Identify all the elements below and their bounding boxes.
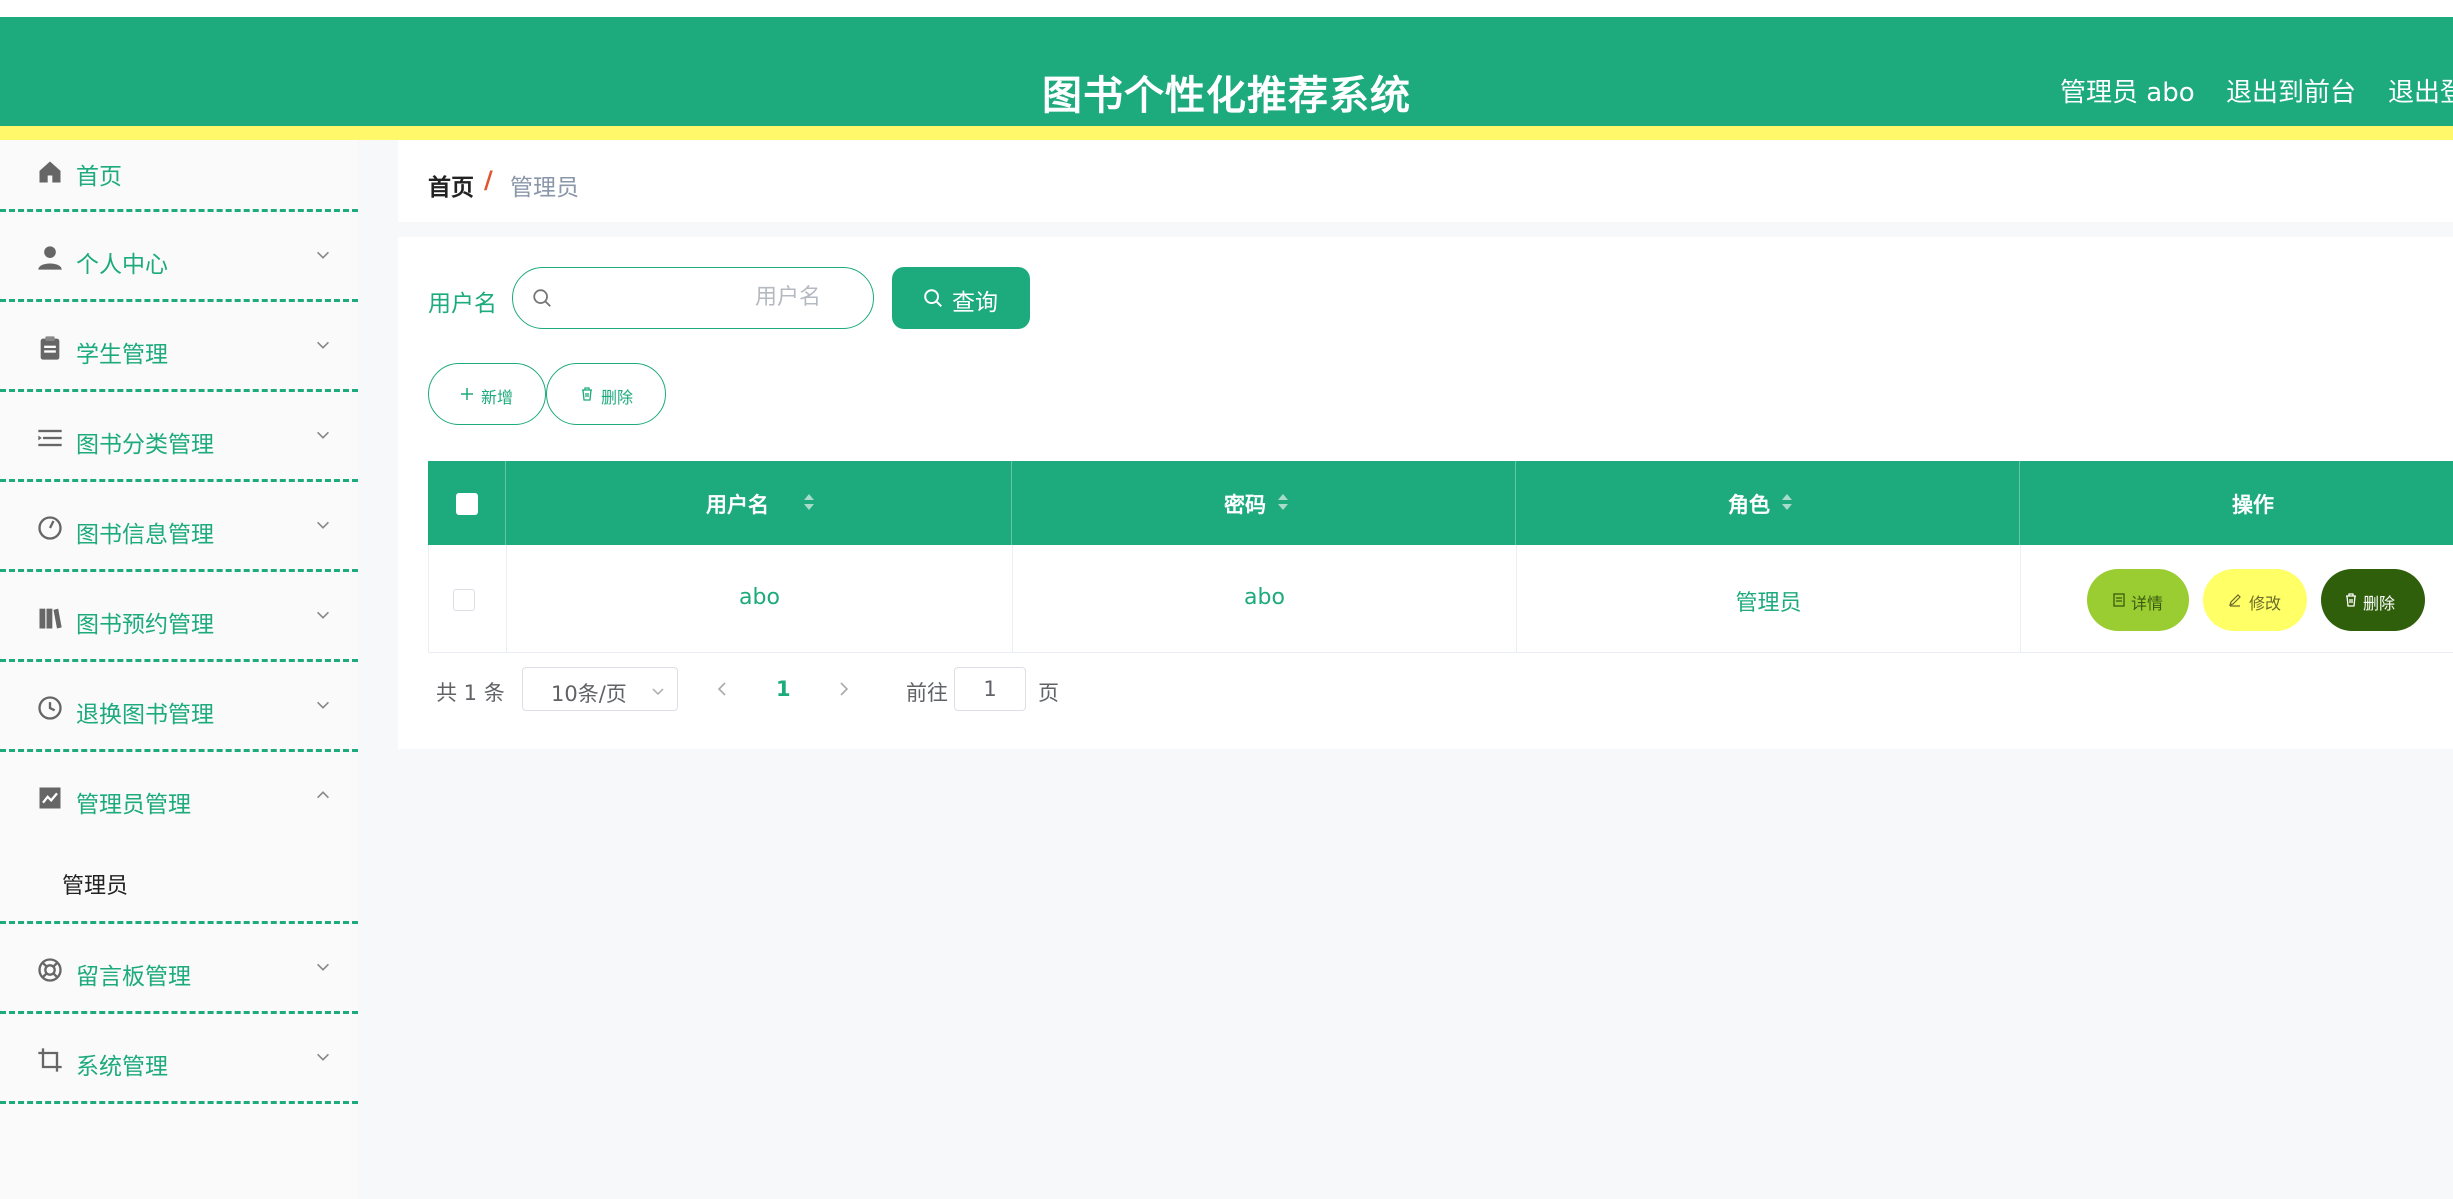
edit-button[interactable]: 修改 [2203, 569, 2307, 631]
browser-top-strip [0, 0, 2453, 17]
chart-icon [39, 787, 61, 809]
search-icon [924, 289, 942, 307]
sidebar-item-label: 图书分类管理 [76, 432, 214, 458]
cell-role: 管理员 [1517, 545, 2021, 652]
sidebar-item-label: 系统管理 [76, 1054, 168, 1080]
add-button[interactable]: 新增 [428, 363, 546, 425]
query-button-label: 查询 [952, 290, 998, 316]
document-icon [2113, 593, 2125, 607]
sidebar-item-message-board[interactable]: 留言板管理 [0, 924, 358, 1014]
app-header: 图书个性化推荐系统 管理员 abo 退出到前台 退出登 [0, 17, 2453, 126]
header-select-cell [428, 461, 506, 545]
sidebar-item-student-management[interactable]: 学生管理 [0, 302, 358, 392]
select-all-checkbox[interactable] [456, 493, 478, 515]
goto-page-input[interactable] [954, 667, 1026, 711]
sidebar-item-book-reservation[interactable]: 图书预约管理 [0, 572, 358, 662]
sidebar-item-system-management[interactable]: 系统管理 [0, 1014, 358, 1104]
sidebar-item-label: 图书信息管理 [76, 522, 214, 548]
page-number-current[interactable]: 1 [776, 677, 791, 701]
sidebar-item-book-return[interactable]: 退换图书管理 [0, 662, 358, 752]
page-size-select[interactable]: 10条/页 [522, 667, 678, 711]
sidebar-item-home[interactable]: 首页 [0, 140, 358, 212]
sidebar-item-label: 个人中心 [76, 252, 168, 278]
chevron-down-icon [317, 521, 329, 529]
detail-button[interactable]: 详情 [2087, 569, 2189, 631]
sidebar-item-book-info[interactable]: 图书信息管理 [0, 482, 358, 572]
chevron-up-icon [317, 791, 329, 799]
chevron-down-icon [317, 701, 329, 709]
logout-link[interactable]: 退出登 [2388, 72, 2453, 109]
sidebar-item-label: 学生管理 [76, 342, 168, 368]
gauge-icon [38, 516, 62, 540]
sidebar-item-book-category[interactable]: 图书分类管理 [0, 392, 358, 482]
chevron-down-icon [317, 1053, 329, 1061]
column-header-password[interactable]: 密码 [1012, 461, 1516, 545]
trash-icon [2346, 593, 2356, 607]
column-header-actions: 操作 [2232, 493, 2274, 517]
list-icon [38, 429, 62, 447]
submenu-item-admin[interactable]: 管理员 [62, 868, 128, 900]
chevron-down-icon [317, 611, 329, 619]
pagination-total: 共 1 条 [436, 681, 505, 705]
sidebar-item-label: 退换图书管理 [76, 702, 214, 728]
exit-to-front-link[interactable]: 退出到前台 [2226, 72, 2356, 109]
username-filter-label: 用户名 [428, 291, 497, 317]
breadcrumb: 首页 / 管理员 [398, 140, 2453, 222]
delete-button[interactable]: 删除 [2321, 569, 2425, 631]
chevron-down-icon [317, 431, 329, 439]
username-search-field[interactable] [512, 267, 874, 329]
table-row: abo abo 管理员 详情 修改 删除 [428, 545, 2453, 653]
current-user-label: 管理员 abo [2060, 78, 2195, 108]
cell-username: abo [507, 545, 1013, 652]
clipboard-icon [40, 336, 60, 360]
query-button[interactable]: 查询 [892, 267, 1030, 329]
chevron-left-icon[interactable] [714, 680, 732, 698]
breadcrumb-home[interactable]: 首页 [428, 168, 474, 202]
batch-delete-button[interactable]: 删除 [546, 363, 666, 425]
sort-icon[interactable] [1780, 489, 1794, 515]
pencil-icon [2229, 594, 2241, 607]
chevron-down-icon [652, 688, 664, 696]
username-search-input[interactable] [557, 268, 857, 327]
add-button-label: 新增 [481, 388, 514, 407]
chevron-down-icon [317, 341, 329, 349]
sidebar-item-personal-center[interactable]: 个人中心 [0, 212, 358, 302]
cell-password: abo [1013, 545, 1517, 652]
crop-icon [38, 1048, 62, 1072]
lifebuoy-icon [38, 958, 62, 982]
table-header: 用户名 密码 角色 操作 [428, 461, 2453, 545]
clock-icon [38, 696, 62, 720]
batch-delete-button-label: 删除 [601, 388, 634, 407]
page-suffix-label: 页 [1038, 681, 1059, 705]
header-accent-strip [0, 126, 2453, 140]
sidebar: 首页 个人中心 学生管理 图书分类管理 图书信息管理 图书预约管理 退换图书管理… [0, 140, 358, 1199]
search-icon [533, 289, 551, 307]
chevron-down-icon [317, 963, 329, 971]
goto-label: 前往 [906, 681, 948, 705]
home-icon [39, 161, 61, 183]
chevron-down-icon [317, 251, 329, 259]
pagination: 共 1 条 10条/页 1 前往 页 [428, 667, 1228, 713]
sidebar-item-admin-management[interactable]: 管理员管理 管理员 [0, 752, 358, 924]
cell-actions: 详情 修改 删除 [2021, 545, 2453, 652]
sidebar-item-label: 留言板管理 [76, 964, 191, 990]
row-select-cell [429, 545, 507, 652]
column-header-role[interactable]: 角色 [1516, 461, 2020, 545]
breadcrumb-current: 管理员 [510, 175, 579, 201]
sort-icon[interactable] [1276, 489, 1290, 515]
sort-icon[interactable] [802, 489, 816, 515]
chevron-right-icon[interactable] [834, 680, 852, 698]
sidebar-item-label: 首页 [76, 164, 122, 190]
breadcrumb-separator: / [484, 166, 493, 194]
plus-icon [461, 388, 473, 400]
trash-icon [582, 387, 592, 401]
sidebar-item-label: 图书预约管理 [76, 612, 214, 638]
sidebar-item-label: 管理员管理 [76, 792, 191, 818]
row-checkbox[interactable] [453, 589, 475, 611]
books-icon [39, 608, 62, 629]
user-icon [38, 246, 62, 270]
column-header-username[interactable]: 用户名 [506, 461, 1012, 545]
main-panel: 用户名 查询 新增 删除 用户名 密码 角色 [398, 237, 2453, 749]
